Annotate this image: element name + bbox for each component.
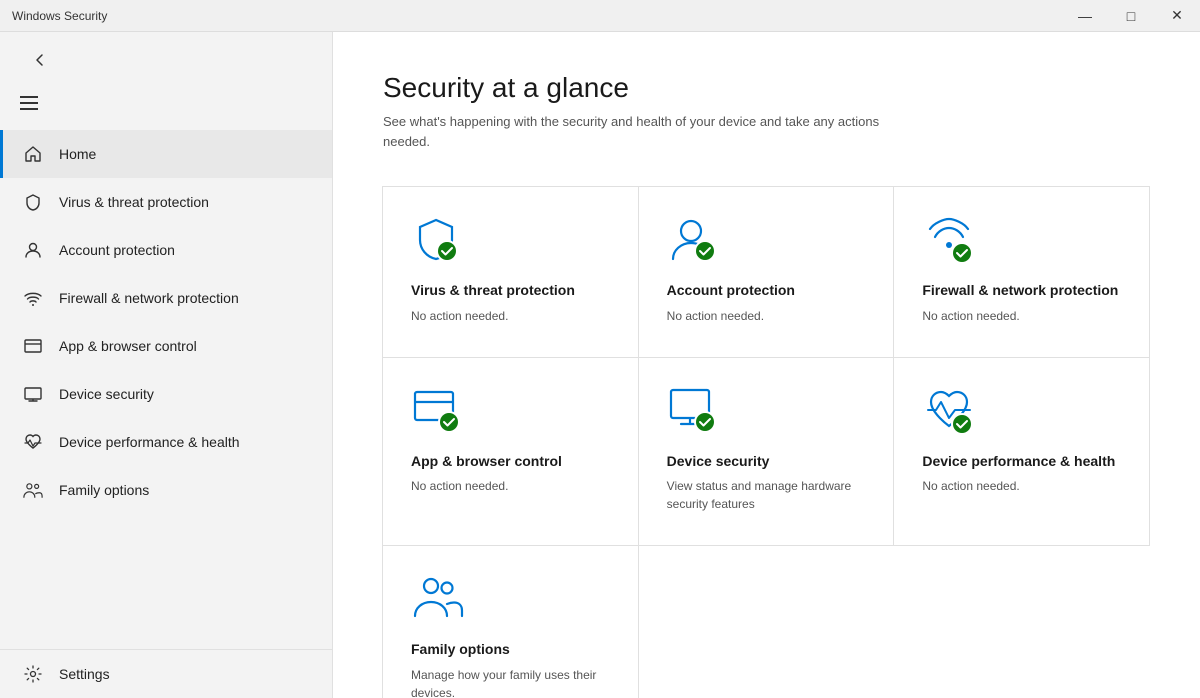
card-family-title: Family options <box>411 640 610 660</box>
sidebar-item-device-security-label: Device security <box>59 386 154 402</box>
card-icon-device-health <box>922 386 974 438</box>
card-account-title: Account protection <box>667 281 866 301</box>
hamburger-button[interactable] <box>16 92 42 114</box>
card-device-security[interactable]: Device security View status and manage h… <box>638 357 895 547</box>
home-icon <box>23 144 43 164</box>
card-device-security-title: Device security <box>667 452 866 472</box>
card-icon-virus <box>411 215 463 267</box>
sidebar-item-app-browser-label: App & browser control <box>59 338 197 354</box>
card-account-desc: No action needed. <box>667 307 866 325</box>
back-button[interactable] <box>16 44 64 76</box>
card-app-browser[interactable]: App & browser control No action needed. <box>382 357 639 547</box>
sidebar-item-family-label: Family options <box>59 482 149 498</box>
nav-menu: Home Virus & threat protection <box>0 130 332 514</box>
sidebar-item-virus[interactable]: Virus & threat protection <box>0 178 332 226</box>
sidebar: Home Virus & threat protection <box>0 32 333 698</box>
card-virus-title: Virus & threat protection <box>411 281 610 301</box>
card-device-health[interactable]: Device performance & health No action ne… <box>893 357 1150 547</box>
sidebar-item-account[interactable]: Account protection <box>0 226 332 274</box>
app-title: Windows Security <box>12 9 107 23</box>
card-icon-app-browser <box>411 386 463 438</box>
card-icon-family <box>411 574 463 626</box>
titlebar: Windows Security — □ ✕ <box>0 0 1200 32</box>
maximize-button[interactable]: □ <box>1108 0 1154 32</box>
card-virus-desc: No action needed. <box>411 307 610 325</box>
main-content: Security at a glance See what's happenin… <box>333 32 1200 698</box>
card-device-health-title: Device performance & health <box>922 452 1121 472</box>
sidebar-item-firewall[interactable]: Firewall & network protection <box>0 274 332 322</box>
app-body: Home Virus & threat protection <box>0 32 1200 698</box>
browser-icon <box>23 336 43 356</box>
card-family[interactable]: Family options Manage how your family us… <box>382 545 639 698</box>
card-firewall-title: Firewall & network protection <box>922 281 1121 301</box>
card-icon-account <box>667 215 719 267</box>
card-app-browser-title: App & browser control <box>411 452 610 472</box>
card-icon-firewall <box>922 215 974 267</box>
person-icon <box>23 240 43 260</box>
sidebar-item-account-label: Account protection <box>59 242 175 258</box>
card-icon-device-security <box>667 386 719 438</box>
card-family-desc: Manage how your family uses their device… <box>411 666 610 698</box>
page-title: Security at a glance <box>383 72 1150 104</box>
card-virus[interactable]: Virus & threat protection No action need… <box>382 186 639 358</box>
sidebar-item-settings[interactable]: Settings <box>0 650 332 698</box>
device-icon <box>23 384 43 404</box>
health-icon <box>23 432 43 452</box>
card-app-browser-desc: No action needed. <box>411 477 610 495</box>
sidebar-item-firewall-label: Firewall & network protection <box>59 290 239 306</box>
card-account[interactable]: Account protection No action needed. <box>638 186 895 358</box>
card-device-security-desc: View status and manage hardware security… <box>667 477 866 513</box>
sidebar-item-app-browser[interactable]: App & browser control <box>0 322 332 370</box>
sidebar-item-device-health-label: Device performance & health <box>59 434 240 450</box>
page-subtitle: See what's happening with the security a… <box>383 112 903 151</box>
sidebar-item-family[interactable]: Family options <box>0 466 332 514</box>
sidebar-item-device-health[interactable]: Device performance & health <box>0 418 332 466</box>
window-controls: — □ ✕ <box>1062 0 1200 32</box>
sidebar-top <box>0 32 332 88</box>
card-firewall[interactable]: Firewall & network protection No action … <box>893 186 1150 358</box>
shield-icon <box>23 192 43 212</box>
sidebar-item-settings-label: Settings <box>59 666 110 682</box>
minimize-button[interactable]: — <box>1062 0 1108 32</box>
card-device-health-desc: No action needed. <box>922 477 1121 495</box>
family-icon <box>23 480 43 500</box>
gear-icon <box>23 664 43 684</box>
card-firewall-desc: No action needed. <box>922 307 1121 325</box>
sidebar-item-device-security[interactable]: Device security <box>0 370 332 418</box>
sidebar-item-home-label: Home <box>59 146 96 162</box>
sidebar-item-virus-label: Virus & threat protection <box>59 194 209 210</box>
close-button[interactable]: ✕ <box>1154 0 1200 32</box>
cards-grid: Virus & threat protection No action need… <box>383 187 1150 698</box>
sidebar-item-home[interactable]: Home <box>0 130 332 178</box>
sidebar-bottom: Settings <box>0 649 332 698</box>
wifi-icon <box>23 288 43 308</box>
